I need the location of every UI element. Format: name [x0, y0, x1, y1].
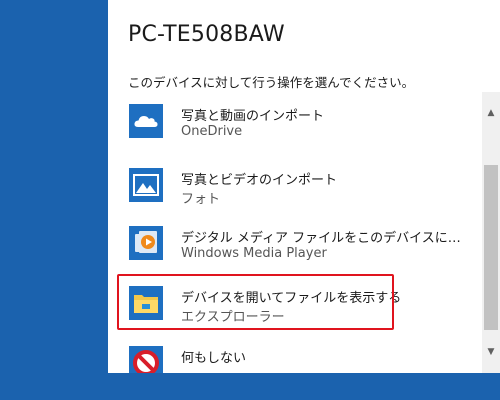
action-item-label: 何もしない [181, 351, 247, 366]
action-item-no-action[interactable]: 何もしない [118, 334, 473, 373]
action-item-photos[interactable]: 写真とビデオのインポート フォト [118, 156, 473, 212]
action-item-open-explorer[interactable]: デバイスを開いてファイルを表示する エクスプローラー [118, 274, 473, 330]
action-item-app: OneDrive [181, 124, 243, 139]
photos-icon [129, 168, 163, 202]
action-item-label: デジタル メディア ファイルをこのデバイスに同期さ... [181, 231, 471, 246]
action-item-app: フォト [181, 192, 221, 207]
action-item-app: Windows Media Player [181, 246, 327, 261]
action-item-onedrive[interactable]: 写真と動画のインポート OneDrive [118, 92, 473, 148]
scroll-down-arrow-icon[interactable]: ▼ [482, 343, 500, 361]
windows-media-player-icon [129, 226, 163, 260]
action-item-media-sync[interactable]: デジタル メディア ファイルをこのデバイスに同期さ... Windows Med… [118, 214, 473, 270]
action-item-label: 写真と動画のインポート [181, 109, 325, 124]
scroll-thumb[interactable] [484, 165, 498, 330]
scroll-up-arrow-icon[interactable]: ▲ [482, 104, 500, 122]
action-list: 写真と動画のインポート OneDrive 写真とビデオのインポート フォト デジ… [108, 92, 478, 373]
no-action-icon [129, 346, 163, 373]
autoplay-panel: PC-TE508BAW このデバイスに対して行う操作を選んでください。 写真と動… [108, 0, 500, 373]
file-explorer-icon [129, 286, 163, 320]
dialog-prompt: このデバイスに対して行う操作を選んでください。 [128, 75, 415, 90]
action-item-app: エクスプローラー [181, 310, 285, 325]
vertical-scrollbar[interactable]: ▲ ▼ [482, 92, 500, 373]
onedrive-cloud-icon [129, 104, 163, 138]
dialog-title: PC-TE508BAW [128, 22, 285, 47]
action-item-label: 写真とビデオのインポート [181, 173, 338, 188]
action-item-label: デバイスを開いてファイルを表示する [181, 291, 402, 306]
